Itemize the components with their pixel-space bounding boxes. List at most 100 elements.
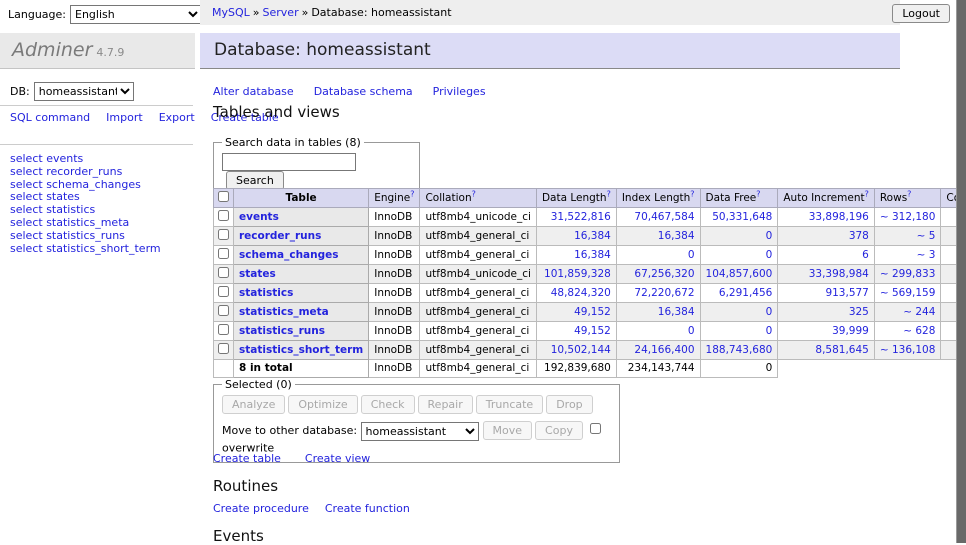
- sidebar-table-link-statistics-short-term[interactable]: statistics_short_term: [46, 242, 160, 255]
- search-input[interactable]: [222, 153, 356, 171]
- auto-increment-link[interactable]: 325: [849, 306, 869, 318]
- create-procedure-link[interactable]: Create procedure: [213, 502, 309, 515]
- database-schema-link[interactable]: Database schema: [314, 85, 413, 98]
- language-select[interactable]: English: [70, 5, 202, 24]
- sidebar-table-link-states[interactable]: states: [46, 190, 80, 203]
- sidebar-select-link[interactable]: select: [10, 190, 43, 203]
- help-link[interactable]: ?: [756, 189, 760, 198]
- table-link[interactable]: schema_changes: [239, 249, 339, 261]
- rows-count-link[interactable]: ~ 299,833: [880, 268, 936, 280]
- sidebar-select-link[interactable]: select: [10, 229, 43, 242]
- data-length-link[interactable]: 48,824,320: [551, 287, 611, 299]
- auto-increment-link[interactable]: 39,999: [832, 325, 869, 337]
- sidebar-table-link-schema-changes[interactable]: schema_changes: [46, 178, 141, 191]
- rows-count-link[interactable]: ~ 3: [917, 249, 936, 261]
- sidebar-select-link[interactable]: select: [10, 216, 43, 229]
- create-table-link[interactable]: Create table: [213, 452, 281, 465]
- repair-button[interactable]: Repair: [418, 395, 473, 414]
- auto-increment-link[interactable]: 8,581,645: [815, 344, 868, 356]
- alter-database-link[interactable]: Alter database: [213, 85, 294, 98]
- data-free-link[interactable]: 0: [766, 249, 773, 261]
- table-link[interactable]: statistics_short_term: [239, 344, 363, 356]
- data-length-link[interactable]: 10,502,144: [551, 344, 611, 356]
- rows-count-link[interactable]: ~ 244: [903, 306, 935, 318]
- rows-count-link[interactable]: ~ 5: [917, 230, 936, 242]
- sidebar-select-link[interactable]: select: [10, 152, 43, 165]
- auto-increment-link[interactable]: 33,898,196: [809, 211, 869, 223]
- row-checkbox[interactable]: [218, 210, 229, 221]
- auto-increment-link[interactable]: 913,577: [825, 287, 868, 299]
- data-free-link[interactable]: 6,291,456: [719, 287, 772, 299]
- data-free-link[interactable]: 188,743,680: [706, 344, 773, 356]
- data-length-link[interactable]: 16,384: [574, 249, 611, 261]
- sidebar-select-link[interactable]: select: [10, 203, 43, 216]
- breadcrumb-link-server[interactable]: Server: [263, 6, 299, 19]
- rows-count-link[interactable]: ~ 569,159: [880, 287, 936, 299]
- data-free-link[interactable]: 0: [766, 325, 773, 337]
- table-link[interactable]: statistics_runs: [239, 325, 325, 337]
- sidebar-link-export[interactable]: Export: [159, 111, 195, 124]
- index-length-link[interactable]: 16,384: [658, 230, 695, 242]
- move-button[interactable]: Move: [483, 421, 533, 440]
- data-free-link[interactable]: 0: [766, 306, 773, 318]
- auto-increment-link[interactable]: 6: [862, 249, 869, 261]
- index-length-link[interactable]: 67,256,320: [634, 268, 694, 280]
- copy-button[interactable]: Copy: [535, 421, 583, 440]
- rows-count-link[interactable]: ~ 312,180: [880, 211, 936, 223]
- help-link[interactable]: ?: [907, 189, 911, 198]
- data-length-link[interactable]: 49,152: [574, 325, 611, 337]
- help-link[interactable]: ?: [865, 189, 869, 198]
- row-checkbox[interactable]: [218, 324, 229, 335]
- auto-increment-link[interactable]: 378: [849, 230, 869, 242]
- table-link[interactable]: recorder_runs: [239, 230, 321, 242]
- create-view-link[interactable]: Create view: [305, 452, 370, 465]
- drop-button[interactable]: Drop: [546, 395, 592, 414]
- table-link[interactable]: statistics_meta: [239, 306, 329, 318]
- move-database-select[interactable]: homeassistant: [361, 422, 479, 441]
- table-link[interactable]: states: [239, 268, 276, 280]
- sidebar-select-link[interactable]: select: [10, 242, 43, 255]
- sidebar-table-link-statistics-runs[interactable]: statistics_runs: [46, 229, 125, 242]
- data-length-link[interactable]: 16,384: [574, 230, 611, 242]
- db-select[interactable]: homeassistant: [34, 82, 134, 101]
- sidebar-table-link-recorder-runs[interactable]: recorder_runs: [46, 165, 122, 178]
- row-checkbox[interactable]: [218, 267, 229, 278]
- index-length-link[interactable]: 70,467,584: [634, 211, 694, 223]
- vertical-scrollbar[interactable]: [956, 0, 966, 543]
- sidebar-table-link-statistics[interactable]: statistics: [46, 203, 95, 216]
- index-length-link[interactable]: 16,384: [658, 306, 695, 318]
- sidebar-select-link[interactable]: select: [10, 165, 43, 178]
- row-checkbox[interactable]: [218, 248, 229, 259]
- data-length-link[interactable]: 101,859,328: [544, 268, 611, 280]
- data-free-link[interactable]: 104,857,600: [706, 268, 773, 280]
- data-length-link[interactable]: 31,522,816: [551, 211, 611, 223]
- row-checkbox[interactable]: [218, 229, 229, 240]
- row-checkbox[interactable]: [218, 305, 229, 316]
- analyze-button[interactable]: Analyze: [222, 395, 285, 414]
- overwrite-checkbox[interactable]: [590, 423, 601, 434]
- sidebar-link-import[interactable]: Import: [106, 111, 143, 124]
- index-length-link[interactable]: 24,166,400: [634, 344, 694, 356]
- logout-button[interactable]: Logout: [892, 4, 950, 23]
- help-link[interactable]: ?: [607, 189, 611, 198]
- select-all-checkbox[interactable]: [218, 191, 229, 202]
- index-length-link[interactable]: 72,220,672: [634, 287, 694, 299]
- sidebar-table-link-statistics-meta[interactable]: statistics_meta: [46, 216, 129, 229]
- data-length-link[interactable]: 49,152: [574, 306, 611, 318]
- check-button[interactable]: Check: [361, 395, 415, 414]
- sidebar-select-link[interactable]: select: [10, 178, 43, 191]
- breadcrumb-link-mysql[interactable]: MySQL: [212, 6, 250, 19]
- row-checkbox[interactable]: [218, 343, 229, 354]
- data-free-link[interactable]: 0: [766, 230, 773, 242]
- help-link[interactable]: ?: [410, 189, 414, 198]
- help-link[interactable]: ?: [472, 189, 476, 198]
- table-link[interactable]: events: [239, 211, 279, 223]
- sidebar-table-link-events[interactable]: events: [46, 152, 83, 165]
- auto-increment-link[interactable]: 33,398,984: [809, 268, 869, 280]
- sidebar-link-sql-command[interactable]: SQL command: [10, 111, 90, 124]
- optimize-button[interactable]: Optimize: [288, 395, 357, 414]
- index-length-link[interactable]: 0: [688, 249, 695, 261]
- privileges-link[interactable]: Privileges: [433, 85, 486, 98]
- truncate-button[interactable]: Truncate: [476, 395, 543, 414]
- create-function-link[interactable]: Create function: [325, 502, 410, 515]
